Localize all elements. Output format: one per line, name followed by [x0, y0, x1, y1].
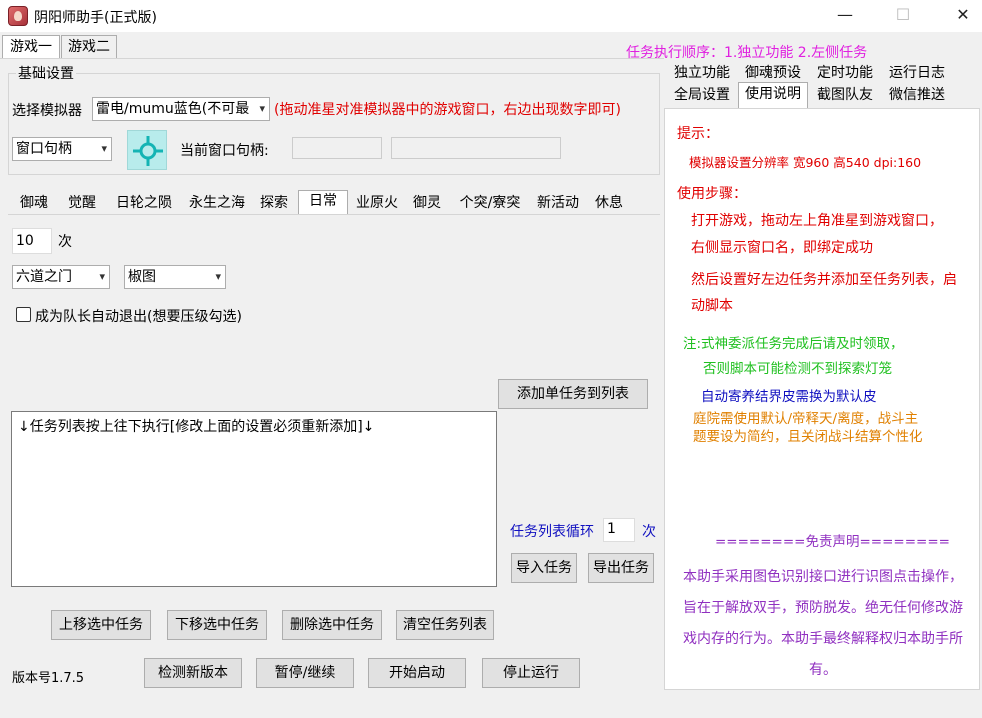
- current-handle-label: 当前窗口句柄:: [180, 143, 269, 159]
- tab-rest[interactable]: 休息: [588, 193, 630, 215]
- delete-task-button[interactable]: 删除选中任务: [282, 610, 382, 640]
- tab-game-2[interactable]: 游戏二: [61, 35, 117, 59]
- loop-unit: 次: [642, 524, 656, 540]
- loop-count-input[interactable]: 1: [603, 518, 635, 542]
- count-input[interactable]: 10: [12, 228, 52, 254]
- minimize-button[interactable]: —: [822, 0, 868, 32]
- version-label: 版本号1.7.5: [12, 671, 85, 686]
- tip-resolution: 模拟器设置分辨率 宽960 高540 dpi:160: [689, 155, 922, 170]
- pause-button[interactable]: 暂停/继续: [256, 658, 354, 688]
- move-down-button[interactable]: 下移选中任务: [167, 610, 267, 640]
- tab-global-settings[interactable]: 全局设置: [668, 85, 736, 107]
- feature-tab-divider: [8, 214, 660, 215]
- add-task-button[interactable]: 添加单任务到列表: [498, 379, 648, 409]
- crosshair-icon[interactable]: [127, 130, 167, 170]
- emulator-select-value: 雷电/mumu蓝色(不可最: [96, 101, 250, 117]
- handle-select[interactable]: 窗口句柄 ▾: [12, 137, 112, 161]
- execution-order-note: 任务执行顺序：1.独立功能 2.左侧任务: [626, 45, 868, 61]
- window-title: 阴阳师助手(正式版): [34, 10, 157, 26]
- clear-list-button[interactable]: 清空任务列表: [396, 610, 494, 640]
- handle-id-field: [292, 137, 382, 159]
- app-logo-icon: [8, 6, 28, 26]
- chevron-down-icon: ▾: [99, 270, 105, 283]
- note-courtyard: 庭院需使用默认/帝释天/离度，战斗主题要设为简约，且关闭战斗结算个性化: [693, 411, 923, 445]
- tab-wechat-push[interactable]: 微信推送: [882, 85, 952, 107]
- chevron-down-icon: ▾: [215, 270, 221, 283]
- note-skin: 自动寄养结界皮需换为默认皮: [701, 389, 877, 405]
- emulator-label: 选择模拟器: [12, 103, 82, 119]
- dungeon-select[interactable]: 六道之门 ▾: [12, 265, 110, 289]
- maximize-button[interactable]: ☐: [880, 0, 926, 32]
- chevron-down-icon: ▾: [101, 142, 107, 155]
- emulator-select[interactable]: 雷电/mumu蓝色(不可最 ▾: [92, 97, 270, 121]
- tab-yuhun[interactable]: 御魂: [12, 193, 56, 215]
- task-list-header: ↓任务列表按上往下执行[修改上面的设置必须重新添加]↓: [18, 419, 375, 435]
- tab-yuling[interactable]: 御灵: [406, 193, 448, 215]
- tab-standalone[interactable]: 独立功能: [668, 63, 736, 85]
- note-delegation: 注:式神委派任务完成后请及时领取，: [683, 336, 904, 352]
- tab-divider: [0, 58, 664, 59]
- tab-instructions[interactable]: 使用说明: [738, 82, 808, 109]
- stop-button[interactable]: 停止运行: [482, 658, 580, 688]
- tip-title: 提示：: [677, 126, 719, 142]
- disclaimer-body: 本助手采用图色识别接口进行识图点击操作，旨在于解放双手，预防脱发。绝无任何修改游…: [683, 569, 963, 678]
- tab-game-1[interactable]: 游戏一: [2, 35, 60, 59]
- step-1: 打开游戏，拖动左上角准星到游戏窗口，右侧显示窗口名，即绑定成功: [691, 213, 943, 256]
- instructions-panel: 提示： 模拟器设置分辨率 宽960 高540 dpi:160 使用步骤： 打开游…: [664, 108, 980, 690]
- tab-daily[interactable]: 日常: [298, 190, 348, 215]
- loop-label: 任务列表循环: [510, 524, 594, 540]
- tab-screenshot-teammate[interactable]: 截图队友: [810, 85, 880, 107]
- variant-select-value: 椒图: [128, 269, 156, 285]
- window-name-field: [391, 137, 561, 159]
- disclaimer-title: ========免责声明========: [715, 534, 950, 550]
- tab-breakthrough[interactable]: 个突/寮突: [452, 193, 528, 215]
- chevron-down-icon: ▾: [259, 102, 265, 115]
- tab-new-event[interactable]: 新活动: [530, 193, 586, 215]
- count-unit: 次: [58, 234, 72, 250]
- tab-tansuo[interactable]: 探索: [253, 193, 295, 215]
- drag-hint: (拖动准星对准模拟器中的游戏窗口，右边出现数字即可): [274, 102, 621, 118]
- dungeon-select-value: 六道之门: [16, 269, 72, 285]
- tab-juexing[interactable]: 觉醒: [58, 193, 106, 215]
- auto-exit-label: 成为队长自动退出(想要压级勾选): [35, 309, 242, 325]
- note-lantern: 否则脚本可能检测不到探索灯笼: [703, 361, 892, 377]
- start-button[interactable]: 开始启动: [368, 658, 466, 688]
- tab-rilun[interactable]: 日轮之陨: [108, 193, 180, 215]
- step-2: 然后设置好左边任务并添加至任务列表，启动脚本: [691, 272, 957, 314]
- tab-yeyuanhuo[interactable]: 业原火: [350, 193, 404, 215]
- steps-title: 使用步骤：: [677, 186, 747, 202]
- basic-settings-label: 基础设置: [16, 63, 76, 83]
- handle-select-value: 窗口句柄: [16, 141, 72, 157]
- tab-run-log[interactable]: 运行日志: [882, 63, 952, 85]
- task-list[interactable]: ↓任务列表按上往下执行[修改上面的设置必须重新添加]↓: [11, 411, 497, 587]
- close-button[interactable]: ✕: [940, 0, 982, 32]
- tab-yongsheng[interactable]: 永生之海: [182, 193, 252, 215]
- tab-timer[interactable]: 定时功能: [810, 63, 880, 85]
- move-up-button[interactable]: 上移选中任务: [51, 610, 151, 640]
- variant-select[interactable]: 椒图 ▾: [124, 265, 226, 289]
- export-tasks-button[interactable]: 导出任务: [588, 553, 654, 583]
- check-update-button[interactable]: 检测新版本: [144, 658, 242, 688]
- import-tasks-button[interactable]: 导入任务: [511, 553, 577, 583]
- auto-exit-checkbox[interactable]: [16, 307, 31, 322]
